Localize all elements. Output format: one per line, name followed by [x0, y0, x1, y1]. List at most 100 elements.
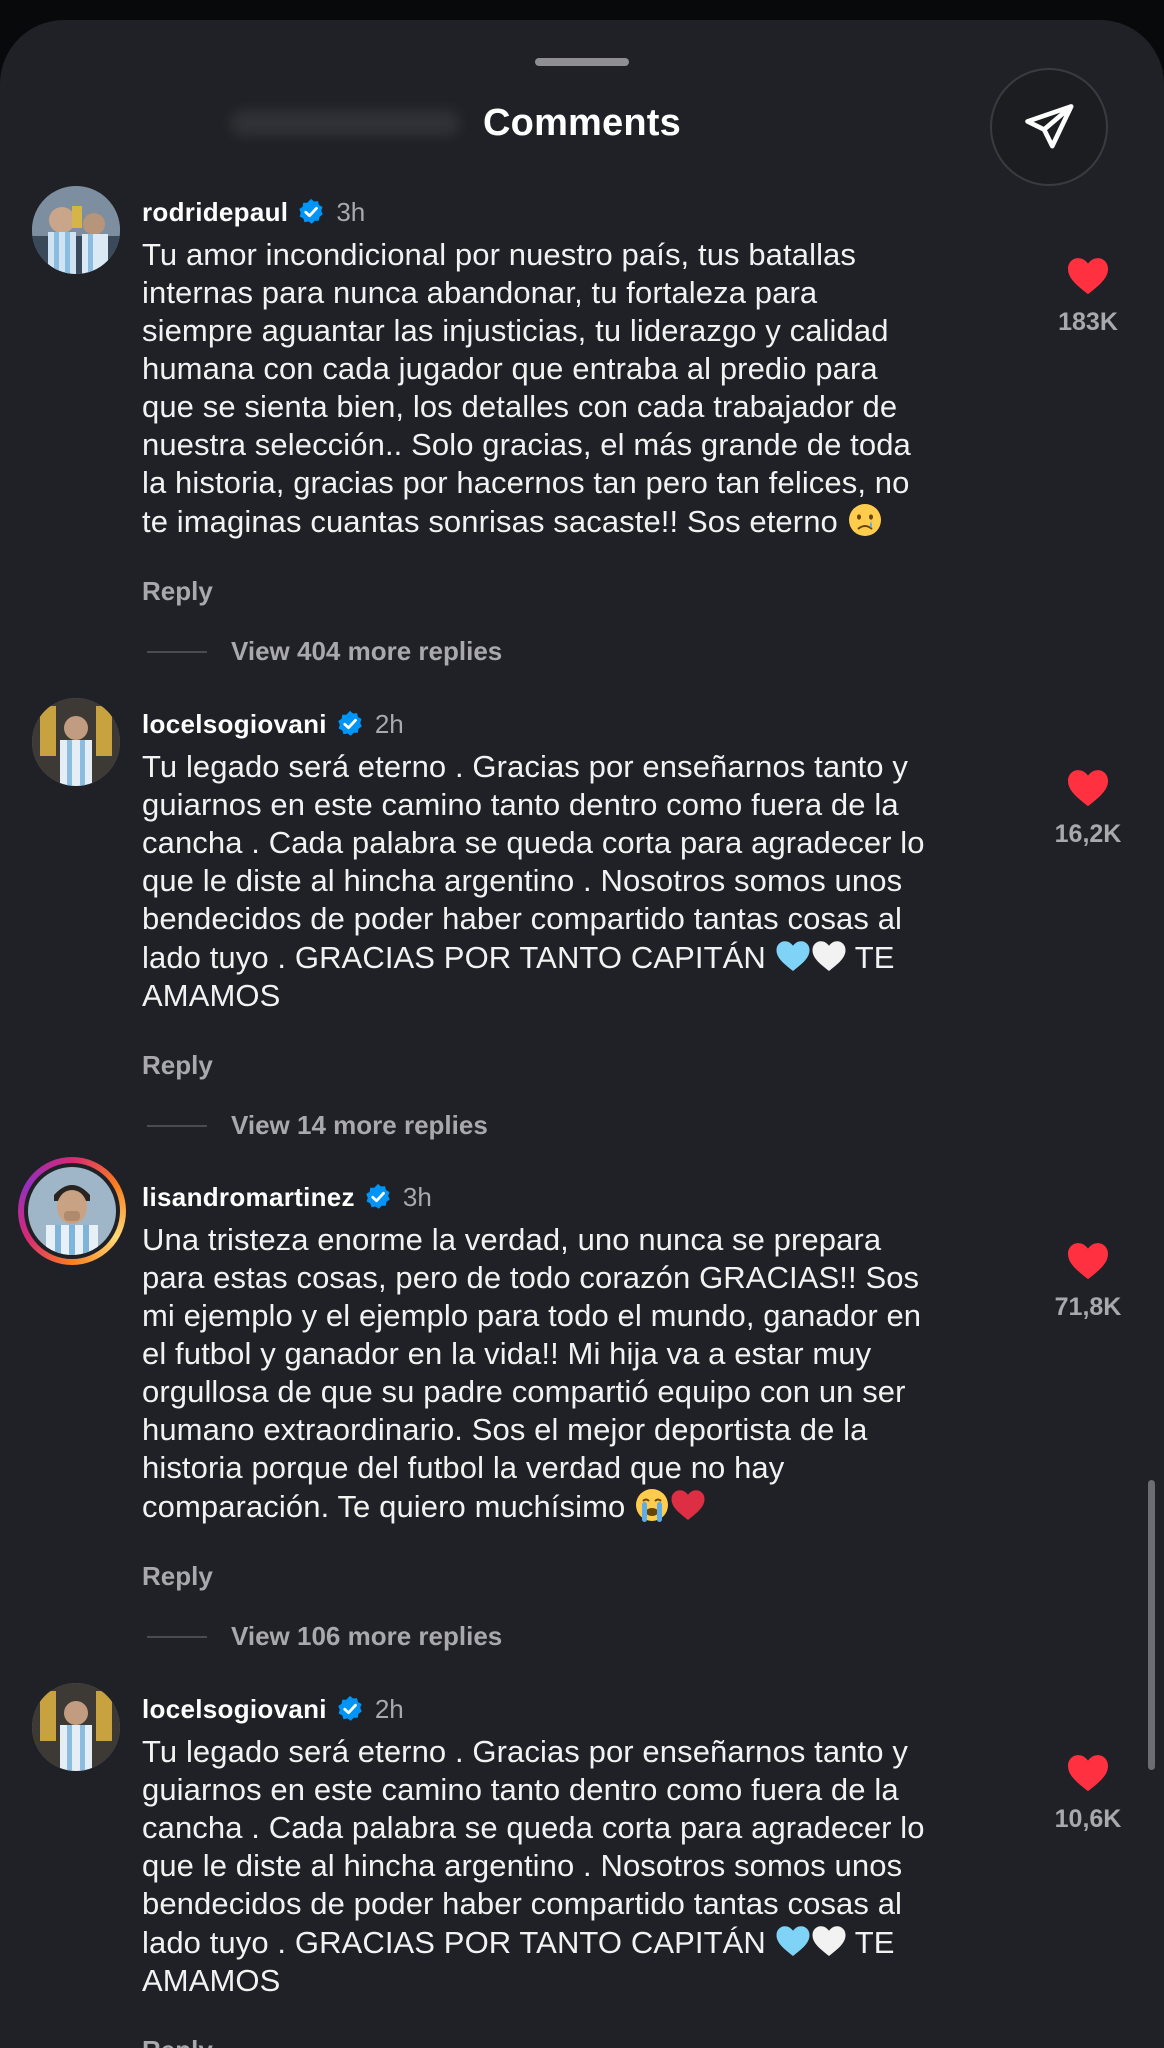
comment-line: que le diste al hincha argentino . Nosot…	[142, 863, 903, 898]
paper-plane-icon	[1025, 104, 1074, 149]
username[interactable]: rodridepaul	[142, 197, 288, 228]
avatar-photo	[32, 186, 120, 274]
verified-badge-icon	[338, 710, 362, 736]
white-heart-emoji	[812, 941, 846, 971]
comment-line: guiarnos en este camino tanto dentro com…	[142, 1772, 899, 1807]
comment-line: comparación. Te quiero muchísimo	[142, 1487, 1012, 1526]
comments-sheet: Comments rodridepaul 3h Tu amor incondic…	[0, 20, 1164, 2048]
divider	[147, 1635, 207, 1638]
username[interactable]: locelsogiovani	[142, 1694, 327, 1725]
comment-line: Una tristeza enorme la verdad, uno nunca…	[142, 1222, 882, 1257]
username[interactable]: locelsogiovani	[142, 709, 327, 740]
timestamp: 3h	[336, 196, 366, 227]
avatar[interactable]	[32, 1683, 120, 1771]
sheet-drag-handle[interactable]	[535, 58, 629, 66]
heart-icon[interactable]	[1066, 1753, 1110, 1793]
share-button[interactable]	[990, 68, 1108, 186]
verified-badge-icon	[366, 1183, 390, 1209]
comment-line-text: lado tuyo . GRACIAS POR TANTO CAPITÁN	[142, 1925, 766, 1960]
comment-line: Tu legado será eterno . Gracias por ense…	[142, 1734, 908, 1769]
light-blue-heart-emoji	[776, 1926, 810, 1956]
comment-line: historia porque del futbol la verdad que…	[142, 1450, 785, 1485]
comment-header: lisandromartinez 3h	[142, 1179, 432, 1215]
comment-line: Tu legado será eterno . Gracias por ense…	[142, 749, 908, 784]
like-control: 10,6K	[1030, 1753, 1146, 1834]
avatar	[28, 1167, 116, 1255]
comment-line: nuestra selección.. Solo gracias, el más…	[142, 427, 911, 462]
comment-line: guiarnos en este camino tanto dentro com…	[142, 787, 899, 822]
view-replies-label: View 404 more replies	[231, 636, 503, 666]
reply-button[interactable]: Reply	[142, 1050, 213, 1081]
comment-line: mi ejemplo y el ejemplo para todo el mun…	[142, 1298, 922, 1333]
comment-line-text: lado tuyo . GRACIAS POR TANTO CAPITÁN	[142, 940, 766, 975]
comment-line: te imaginas cuantas sonrisas sacaste!! S…	[142, 502, 1012, 541]
like-control: 16,2K	[1030, 768, 1146, 849]
timestamp: 2h	[374, 1693, 404, 1724]
like-control: 71,8K	[1030, 1241, 1146, 1322]
comment-line: humana con cada jugador que entraba al p…	[142, 351, 878, 386]
view-replies-label: View 14 more replies	[231, 1110, 488, 1140]
comment-line: siempre aguantar las injusticias, tu lid…	[142, 313, 889, 348]
like-control: 183K	[1030, 256, 1146, 337]
username[interactable]: lisandromartinez	[142, 1182, 355, 1213]
comment-text: Tu legado será eterno . Gracias por ense…	[142, 748, 1012, 1015]
comment-line: bendecidos de poder haber compartido tan…	[142, 901, 903, 936]
comment-line: el futbol y ganador en la vida!! Mi hija…	[142, 1336, 872, 1371]
comment-line-text: te imaginas cuantas sonrisas sacaste!! S…	[142, 504, 838, 539]
reply-button[interactable]: Reply	[142, 1561, 213, 1592]
like-count: 10,6K	[1054, 1805, 1122, 1833]
comment-line: que le diste al hincha argentino . Nosot…	[142, 1848, 903, 1883]
comment-line: orgullosa de que su padre compartió equi…	[142, 1374, 906, 1409]
comment-line: AMAMOS	[142, 978, 281, 1013]
view-replies-label: View 106 more replies	[231, 1621, 503, 1651]
comment-line: cancha . Cada palabra se queda corta par…	[142, 1810, 925, 1845]
reply-button[interactable]: Reply	[142, 576, 213, 607]
heart-icon[interactable]	[1066, 1241, 1110, 1281]
comment-text: Una tristeza enorme la verdad, uno nunca…	[142, 1221, 1012, 1526]
avatar-photo	[32, 1683, 120, 1771]
comment-line: cancha . Cada palabra se queda corta par…	[142, 825, 925, 860]
view-replies-button[interactable]: View 106 more replies	[147, 1621, 502, 1652]
crying-face-emoji	[848, 504, 881, 536]
comment-line: para estas cosas, pero de todo corazón G…	[142, 1260, 920, 1295]
like-count: 71,8K	[1054, 1293, 1122, 1321]
heart-icon[interactable]	[1066, 256, 1110, 296]
loudly-crying-face-emoji	[636, 1489, 669, 1522]
avatar[interactable]	[32, 186, 120, 274]
timestamp: 3h	[402, 1181, 432, 1212]
comment-line: internas para nunca abandonar, tu fortal…	[142, 275, 818, 310]
heart-icon[interactable]	[1066, 768, 1110, 808]
comment-line: lado tuyo . GRACIAS POR TANTO CAPITÁN TE	[142, 1923, 1012, 1962]
view-replies-button[interactable]: View 14 more replies	[147, 1110, 488, 1141]
divider	[147, 1124, 207, 1127]
comment-line: AMAMOS	[142, 1963, 281, 1998]
red-heart-emoji	[671, 1490, 705, 1520]
comment-line-text: comparación. Te quiero muchísimo	[142, 1489, 626, 1524]
avatar-ring-gap	[24, 1163, 120, 1259]
comment-text: Tu legado será eterno . Gracias por ense…	[142, 1733, 1012, 2000]
like-count: 16,2K	[1054, 820, 1122, 848]
comment-line-text: TE	[854, 940, 895, 975]
reply-button[interactable]: Reply	[142, 2035, 213, 2048]
divider	[147, 650, 207, 653]
comment-line: la historia, gracias por hacernos tan pe…	[142, 465, 910, 500]
comment-line: bendecidos de poder haber compartido tan…	[142, 1886, 903, 1921]
scrollbar[interactable]	[1148, 1480, 1155, 1770]
verified-badge-icon	[338, 1695, 362, 1721]
avatar-photo	[32, 698, 120, 786]
comment-line: lado tuyo . GRACIAS POR TANTO CAPITÁN TE	[142, 938, 1012, 977]
timestamp: 2h	[374, 708, 404, 739]
like-count: 183K	[1058, 308, 1118, 336]
avatar-photo	[28, 1167, 116, 1255]
comment-line: que se sienta bien, los detalles con cad…	[142, 389, 898, 424]
comment-line-text: TE	[854, 1925, 895, 1960]
view-replies-button[interactable]: View 404 more replies	[147, 636, 502, 667]
avatar[interactable]	[32, 698, 120, 786]
avatar-story-ring[interactable]	[18, 1157, 126, 1265]
white-heart-emoji	[812, 1926, 846, 1956]
comment-text: Tu amor incondicional por nuestro país, …	[142, 236, 1012, 541]
comment-line: Tu amor incondicional por nuestro país, …	[142, 237, 856, 272]
comment-line: humano extraordinario. Sos el mejor depo…	[142, 1412, 868, 1447]
comment-header: rodridepaul 3h	[142, 194, 365, 230]
light-blue-heart-emoji	[776, 941, 810, 971]
